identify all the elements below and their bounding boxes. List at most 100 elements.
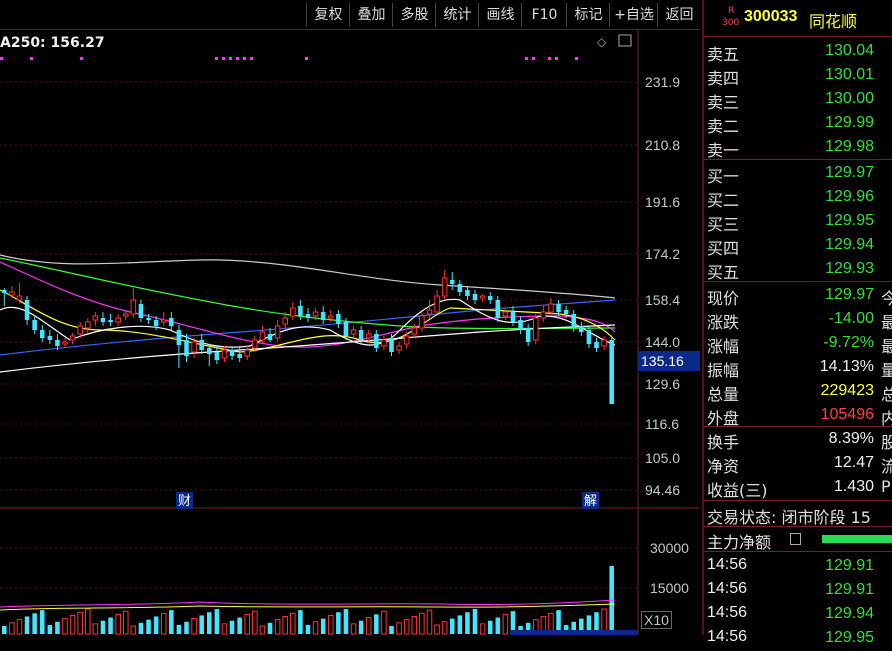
volume-bar: [374, 614, 379, 634]
candle-body: [2, 290, 7, 293]
jie-marker[interactable]: 解: [584, 494, 597, 509]
volume-tick: 30000: [650, 540, 689, 556]
candle-body: [396, 345, 402, 351]
candle-body: [69, 335, 76, 341]
volume-bar: [85, 608, 91, 635]
separator: [704, 426, 892, 427]
volume-bar: [495, 617, 501, 634]
candle-body: [290, 307, 296, 317]
price-tick: 116.6: [645, 416, 679, 432]
volume-bar: [169, 610, 174, 634]
volume-bar: [122, 610, 129, 635]
ask-row[interactable]: 卖一 129.98: [704, 136, 892, 160]
volume-bar: [298, 610, 303, 634]
candle-body: [191, 341, 197, 353]
bid-row[interactable]: 买三 129.95: [704, 210, 892, 234]
volume-bar: [47, 624, 53, 634]
candle-body: [207, 348, 212, 354]
candle-body: [160, 319, 167, 323]
volume-bar: [426, 609, 433, 635]
candle-body: [184, 340, 189, 356]
price-tick: 94.46: [645, 482, 681, 498]
candle-body: [282, 317, 288, 325]
volume-bar: [244, 613, 251, 635]
candle-body: [214, 352, 220, 360]
volume-bar: [259, 625, 266, 635]
candle-body: [343, 322, 349, 336]
ma20-line: [0, 261, 616, 348]
volume-bar: [449, 618, 455, 634]
candle-body: [274, 325, 281, 339]
volume-bar: [252, 610, 258, 635]
ask-row[interactable]: 卖四 130.01: [704, 64, 892, 88]
scrollbar-thumb[interactable]: [510, 630, 638, 635]
volume-bar: [267, 622, 273, 634]
add-watchlist-button[interactable]: +自选: [609, 3, 658, 27]
candle-body: [55, 340, 60, 346]
candle-body: [594, 342, 599, 348]
candle-body: [138, 304, 144, 318]
ask-row[interactable]: 卖五 130.04: [704, 40, 892, 64]
price-tick: 105.0: [645, 450, 681, 466]
candle-body: [601, 339, 607, 347]
main-force-bar: [822, 535, 892, 543]
stat-row-nav: 净资 12.47 流: [707, 454, 892, 476]
volume-bar: [77, 611, 83, 635]
tick-row: 14:56 129.95: [707, 628, 874, 646]
fuquan-button[interactable]: 复权: [306, 3, 350, 27]
bid-row[interactable]: 买五 129.93: [704, 258, 892, 282]
candle-body: [365, 333, 372, 339]
separator: [704, 551, 892, 552]
bid-row[interactable]: 买二 129.96: [704, 186, 892, 210]
window-toggle-icon[interactable]: [618, 34, 632, 47]
overlay-button[interactable]: 叠加: [349, 3, 393, 27]
candle-body: [85, 321, 91, 329]
candle-body: [267, 334, 273, 340]
back-button[interactable]: 返回: [657, 3, 701, 27]
candle-body: [609, 340, 614, 404]
stock-code: 300033: [744, 8, 798, 25]
statistics-button[interactable]: 统计: [435, 3, 479, 27]
multi-stock-button[interactable]: 多股: [392, 3, 436, 27]
candle-body: [426, 309, 433, 315]
candle-body: [122, 313, 129, 317]
candle-body: [221, 349, 228, 359]
candle-body: [24, 300, 30, 320]
kline-chart[interactable]: ◇ 135.16 财 解: [0, 0, 700, 635]
ask-row[interactable]: 卖二 129.99: [704, 112, 892, 136]
volume-bar: [487, 620, 493, 634]
volume-bar: [108, 617, 113, 634]
list-icon[interactable]: [790, 533, 801, 545]
candle-body: [77, 325, 83, 335]
candle-body: [411, 327, 418, 335]
candle-body: [563, 310, 569, 314]
candle-body: [169, 318, 174, 326]
volume-bar: [305, 624, 311, 634]
bid-row[interactable]: 买一 129.97: [704, 162, 892, 186]
quote-panel: R 300 300033 同花顺 卖五 130.04 卖四 130.01 卖三 130…: [702, 0, 892, 646]
candle-body: [374, 334, 379, 348]
volume-bar: [9, 622, 15, 635]
volume-bar: [465, 612, 470, 634]
draw-line-button[interactable]: 画线: [478, 3, 522, 27]
volume-tick: 15000: [650, 580, 689, 596]
bid-row[interactable]: 买四 129.94: [704, 234, 892, 258]
volume-bar: [327, 614, 334, 635]
candle-body: [540, 311, 547, 319]
price-grid: [0, 30, 700, 635]
candle-body: [305, 314, 311, 318]
mark-button[interactable]: 标记: [566, 3, 610, 27]
main-force-row[interactable]: 主力净额: [704, 528, 892, 552]
volume-bar: [199, 615, 204, 634]
price-tick: 191.6: [645, 194, 681, 210]
candle-body: [518, 320, 523, 330]
volume-bar: [381, 610, 387, 635]
cai-marker[interactable]: 财: [178, 494, 191, 509]
stat-row-eps: 收益(三) 1.430 P: [707, 477, 891, 500]
candle-body: [586, 330, 592, 344]
f10-button[interactable]: F10: [521, 3, 567, 27]
volume-bar: [434, 624, 440, 635]
candle-body: [532, 317, 539, 341]
ask-row[interactable]: 卖三 130.00: [704, 88, 892, 112]
diamond-icon[interactable]: ◇: [597, 35, 607, 49]
